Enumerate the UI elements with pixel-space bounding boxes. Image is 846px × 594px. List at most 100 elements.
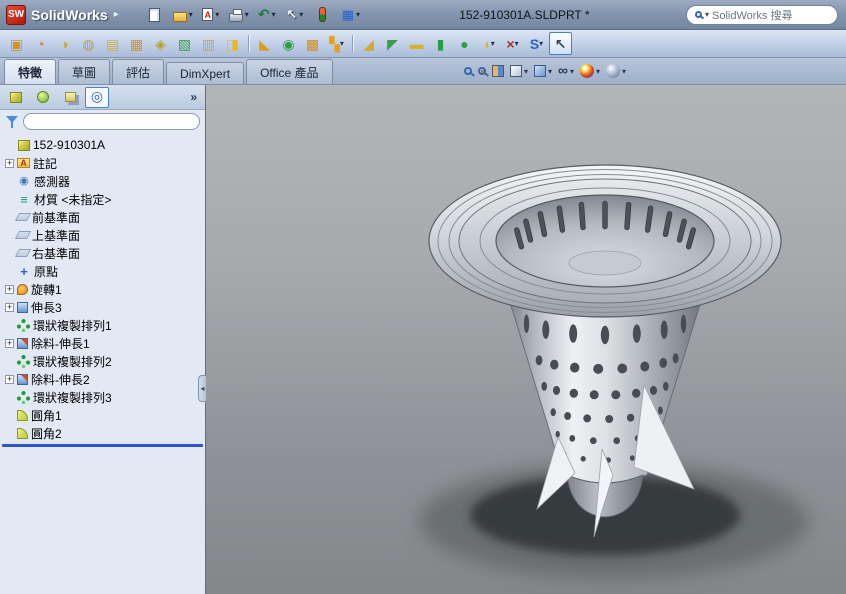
tool-icon-13[interactable]: ▩	[301, 32, 324, 55]
save-icon[interactable]	[199, 4, 223, 26]
panel-splitter-handle[interactable]	[198, 375, 206, 402]
edit-appearance-icon[interactable]	[580, 61, 600, 81]
tree-item-fillet1[interactable]: 圓角1	[0, 406, 205, 424]
tree-item-origin[interactable]: 原點	[0, 262, 205, 280]
tool-icon-9[interactable]: ▥	[197, 32, 220, 55]
tool-icon-22[interactable]: S	[525, 32, 548, 55]
heads-up-view-toolbar	[464, 61, 626, 81]
expand-toggle[interactable]	[5, 302, 14, 312]
tree-item-circular-pattern1[interactable]: 環狀複製排列1	[0, 316, 205, 334]
tab-office-products[interactable]: Office 產品	[246, 59, 333, 84]
configurationmanager-tab[interactable]	[58, 87, 82, 108]
tree-item-sensors[interactable]: 感測器	[0, 172, 205, 190]
select-icon[interactable]	[283, 4, 307, 26]
tab-features[interactable]: 特徵	[4, 59, 57, 84]
tool-icon-12[interactable]: ◉	[277, 32, 300, 55]
zoom-fit-icon[interactable]	[464, 61, 472, 81]
tool-icon-23[interactable]: ↖	[549, 32, 572, 55]
tool-icon-17[interactable]: ▬	[405, 32, 428, 55]
tree-item-circular-pattern3[interactable]: 環狀複製排列3	[0, 388, 205, 406]
plane-icon	[14, 249, 32, 257]
part-rim-flange[interactable]	[428, 164, 782, 318]
tool-icon-5[interactable]: ▤	[101, 32, 124, 55]
toolbar-separator	[352, 34, 353, 53]
tree-item-circular-pattern2[interactable]: 環狀複製排列2	[0, 352, 205, 370]
tree-item-revolve1[interactable]: 旋轉1	[0, 280, 205, 298]
filter-input[interactable]	[23, 113, 200, 130]
tool-icon-16[interactable]: ◤	[381, 32, 404, 55]
expand-toggle[interactable]	[5, 284, 14, 294]
tree-items: 註記 感測器 材質 <未指定>	[0, 154, 205, 442]
tool-icon-3[interactable]: ◑	[53, 32, 76, 55]
tool-icon-19[interactable]: ●	[453, 32, 476, 55]
view-settings-icon[interactable]	[339, 4, 363, 26]
command-manager-tab-bar: 特徵 草圖 評估 DimXpert Office 產品	[0, 58, 846, 85]
apply-scene-icon[interactable]	[606, 61, 626, 81]
tree-item-front-plane[interactable]: 前基準面	[0, 208, 205, 226]
filter-funnel-icon[interactable]	[5, 114, 19, 129]
tree-item-extrude3[interactable]: 伸長3	[0, 298, 205, 316]
solidworks-logo-icon: SW	[6, 4, 26, 25]
search-scope-dropdown-icon[interactable]: ▾	[705, 10, 709, 19]
tool-icon-2[interactable]: ◔	[29, 32, 52, 55]
menu-expand-arrow-icon[interactable]: ▸	[114, 9, 119, 20]
tab-evaluate[interactable]: 評估	[112, 59, 165, 84]
graphics-viewport[interactable]	[206, 85, 846, 594]
expand-toggle[interactable]	[5, 158, 14, 168]
tab-sketch[interactable]: 草圖	[58, 59, 111, 84]
tree-item-annotations[interactable]: 註記	[0, 154, 205, 172]
featuremanager-tab[interactable]	[4, 87, 28, 108]
sensors-icon	[17, 175, 31, 188]
tool-icon-6[interactable]: ▦	[125, 32, 148, 55]
undo-icon[interactable]	[255, 4, 279, 26]
rebuild-icon[interactable]	[311, 4, 335, 26]
zoom-area-icon[interactable]	[478, 61, 486, 81]
main-toolbar: ▣◔◑◍▤▦◈▧▥◨ ◣◉▩▚ ◢◤▬▮●◖×S↖	[0, 30, 846, 58]
tool-icon-11[interactable]: ◣	[253, 32, 276, 55]
tool-icon-4[interactable]: ◍	[77, 32, 100, 55]
view-orientation-icon[interactable]	[510, 61, 528, 81]
expand-toggle[interactable]	[5, 338, 14, 348]
new-document-icon[interactable]	[143, 4, 167, 26]
panel-overflow-button[interactable]: »	[186, 90, 201, 104]
title-bar: SW SolidWorks ▸ 152-910301A.SLDPRT * ▾ S…	[0, 0, 846, 30]
command-tabs: 特徵 草圖 評估 DimXpert Office 產品	[4, 59, 335, 84]
solidworks-window: SW SolidWorks ▸ 152-910301A.SLDPRT * ▾ S…	[0, 0, 846, 594]
plane-icon	[14, 231, 32, 239]
tool-icon-14[interactable]: ▚	[325, 32, 348, 55]
print-icon[interactable]	[227, 4, 251, 26]
dimxpertmanager-tab[interactable]	[85, 86, 109, 108]
display-style-icon[interactable]	[534, 61, 552, 81]
hide-show-items-icon[interactable]	[558, 61, 574, 81]
part-icon	[18, 139, 30, 151]
search-input[interactable]: SolidWorks 搜尋	[712, 7, 792, 23]
extrude-icon	[17, 301, 28, 313]
tree-root-part[interactable]: 152-910301A	[0, 136, 205, 154]
tool-icon-18[interactable]: ▮	[429, 32, 452, 55]
tool-icon-1[interactable]: ▣	[5, 32, 28, 55]
tool-icon-21[interactable]: ×	[501, 32, 524, 55]
section-view-icon[interactable]	[492, 61, 504, 81]
tree-item-cut-extrude2[interactable]: 除料-伸長2	[0, 370, 205, 388]
tool-icon-20[interactable]: ◖	[477, 32, 500, 55]
tree-item-material[interactable]: 材質 <未指定>	[0, 190, 205, 208]
fillet-icon	[17, 409, 28, 421]
tree-item-cut-extrude1[interactable]: 除料-伸長1	[0, 334, 205, 352]
rollback-bar[interactable]	[2, 444, 203, 447]
tree-item-top-plane[interactable]: 上基準面	[0, 226, 205, 244]
open-icon[interactable]	[171, 4, 195, 26]
search-box[interactable]: ▾ SolidWorks 搜尋	[685, 4, 838, 25]
tool-icon-10[interactable]: ◨	[221, 32, 244, 55]
tab-dimxpert[interactable]: DimXpert	[166, 62, 245, 84]
part-model-3d[interactable]	[206, 85, 846, 594]
propertymanager-tab[interactable]	[31, 87, 55, 108]
main-content: » 152-910301A 註記	[0, 85, 846, 594]
tree-item-fillet2[interactable]: 圓角2	[0, 424, 205, 442]
tree-filter-row	[0, 110, 205, 133]
tool-icon-8[interactable]: ▧	[173, 32, 196, 55]
tool-icon-7[interactable]: ◈	[149, 32, 172, 55]
tree-item-right-plane[interactable]: 右基準面	[0, 244, 205, 262]
tool-icon-15[interactable]: ◢	[357, 32, 380, 55]
origin-icon	[17, 265, 31, 278]
expand-toggle[interactable]	[5, 374, 14, 384]
